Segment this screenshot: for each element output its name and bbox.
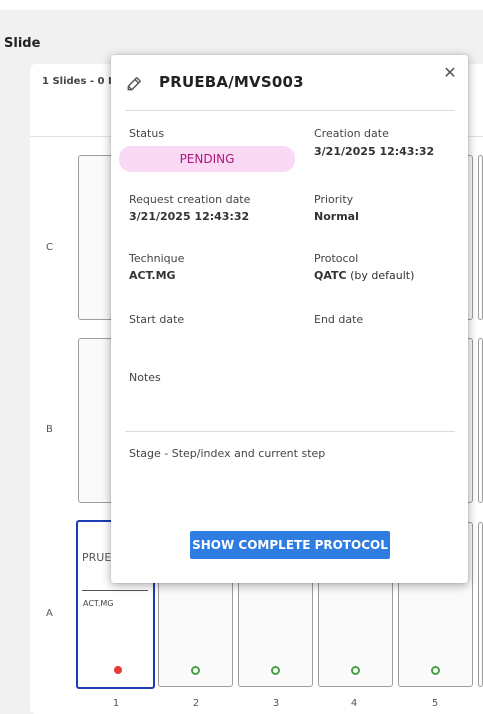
status-dot-green-icon	[431, 666, 440, 675]
modal-title-divider	[125, 110, 455, 111]
column-label-3: 3	[272, 698, 280, 709]
column-label-2: 2	[192, 698, 200, 709]
protocol-label: Protocol	[314, 252, 359, 265]
close-icon[interactable]: ✕	[438, 61, 462, 85]
stage-label: Stage - Step/index and current step	[129, 447, 326, 460]
request-creation-date-value: 3/21/2025 12:43:32	[129, 210, 250, 223]
protocol-value: QATC (by default)	[314, 269, 414, 282]
protocol-name: QATC	[314, 269, 347, 282]
priority-value: Normal	[314, 210, 359, 223]
protocol-default-note: (by default)	[346, 269, 415, 282]
show-complete-protocol-button[interactable]: SHOW COMPLETE PROTOCOL	[190, 531, 390, 559]
status-label: Status	[129, 127, 165, 140]
well-technique: ACT.MG	[83, 599, 114, 608]
row-label-a: A	[46, 608, 53, 619]
well-c6[interactable]	[478, 155, 483, 320]
status-dot-red-icon	[114, 666, 122, 674]
well-b6[interactable]	[478, 338, 483, 503]
request-creation-date-label: Request creation date	[129, 193, 251, 206]
status-badge: PENDING	[119, 146, 295, 172]
column-label-5: 5	[431, 698, 439, 709]
start-date-label: Start date	[129, 313, 185, 326]
status-dot-green-icon	[271, 666, 280, 675]
technique-label: Technique	[129, 252, 185, 265]
priority-label: Priority	[314, 193, 354, 206]
slide-detail-modal: PRUEBA/MVS003 ✕ Status PENDING Creation …	[111, 55, 468, 583]
row-label-c: C	[46, 242, 53, 253]
notes-label: Notes	[129, 371, 161, 384]
section-title: Slide	[4, 36, 41, 51]
column-label-4: 4	[350, 698, 358, 709]
top-strip	[0, 0, 483, 10]
end-date-label: End date	[314, 313, 364, 326]
slides-count: 1 Slides - 0 I	[42, 76, 112, 87]
technique-value: ACT.MG	[129, 269, 176, 282]
status-dot-green-icon	[191, 666, 200, 675]
well-divider	[82, 590, 148, 591]
status-dot-green-icon	[351, 666, 360, 675]
row-label-b: B	[46, 424, 53, 435]
creation-date-label: Creation date	[314, 127, 389, 140]
column-label-1: 1	[112, 698, 120, 709]
modal-section-divider	[125, 431, 455, 432]
creation-date-value: 3/21/2025 12:43:32	[314, 145, 435, 158]
well-a6[interactable]	[478, 522, 483, 687]
pencil-icon	[127, 77, 141, 91]
modal-title: PRUEBA/MVS003	[159, 73, 304, 91]
